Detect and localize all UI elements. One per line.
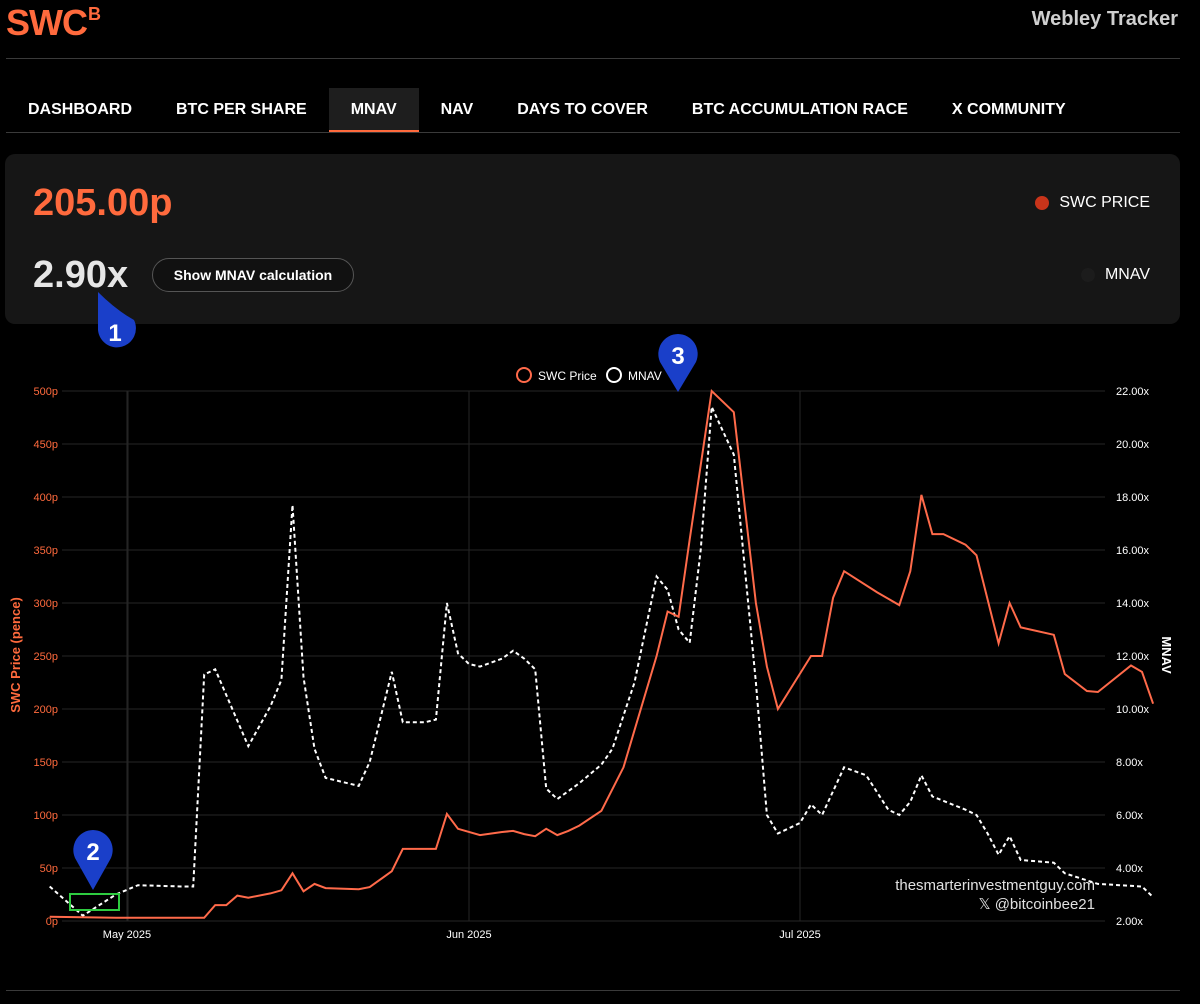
right-tick-label: 10.00x <box>1116 704 1150 716</box>
mnav-dot-icon <box>1080 268 1095 282</box>
left-tick-label: 450p <box>34 439 58 451</box>
right-tick-label: 18.00x <box>1116 492 1150 504</box>
left-tick-label: 100p <box>34 810 58 822</box>
tab-btc-per-share[interactable]: BTC PER SHARE <box>154 88 329 132</box>
left-tick-label: 50p <box>40 863 58 875</box>
x-tick-label: Jun 2025 <box>446 929 491 941</box>
left-axis-ticks: 0p 50p 100p 150p 200p 250p 300p 350p 400p 450p 500… <box>34 386 58 928</box>
right-axis-label: MNAV <box>1159 636 1174 674</box>
watermark-handle: 𝕏 @bitcoinbee21 <box>978 896 1095 913</box>
current-price: 205.00p <box>33 182 173 224</box>
marker-3-label: 3 <box>671 343 684 370</box>
price-dot-icon <box>1035 196 1050 210</box>
x-axis-ticks: May 2025 Jun 2025 Jul 2025 <box>103 929 821 941</box>
marker-2-label: 2 <box>86 839 99 866</box>
series-layer <box>49 388 1155 919</box>
left-tick-label: 150p <box>34 757 58 769</box>
right-tick-label: 8.00x <box>1116 757 1143 769</box>
right-axis-ticks: 2.00x 4.00x 6.00x 8.00x 10.00x 12.00x 14.00x 16… <box>1116 386 1150 928</box>
watermark-site: thesmarterinvestmentguy.com <box>895 877 1095 894</box>
tab-days-to-cover[interactable]: DAYS TO COVER <box>495 88 670 132</box>
right-tick-label: 6.00x <box>1116 810 1143 822</box>
left-tick-label: 500p <box>34 386 58 398</box>
right-tick-label: 14.00x <box>1116 598 1150 610</box>
logo-text: SWC <box>6 2 88 43</box>
left-tick-label: 0p <box>46 916 58 928</box>
swc-logo[interactable]: SWCB <box>6 2 101 44</box>
legend-swc-price-swatch <box>516 367 532 383</box>
annotation-marker-3: 3 <box>658 334 698 392</box>
legend-mnav-swatch <box>606 367 622 383</box>
left-tick-label: 200p <box>34 704 58 716</box>
left-axis-label: SWC Price (pence) <box>8 597 23 713</box>
summary-panel: 205.00p 2.90x Show MNAV calculation SWC … <box>5 154 1180 324</box>
legend-swc-price[interactable]: SWC PRICE <box>1035 194 1150 212</box>
chart-grid <box>62 390 1105 922</box>
marker-1-label: 1 <box>108 320 121 347</box>
legend-swc-price-label: SWC PRICE <box>1059 194 1150 211</box>
tab-mnav[interactable]: MNAV <box>328 88 419 132</box>
right-tick-label: 12.00x <box>1116 651 1150 663</box>
mnav-chart: 0p 50p 100p 150p 200p 250p 300p 350p 400p 450p 500… <box>8 367 1174 941</box>
annotation-marker-2: 2 <box>73 830 113 890</box>
tab-x-community[interactable]: X COMMUNITY <box>930 88 1088 132</box>
series-line-mnav <box>49 403 1154 917</box>
tab-nav[interactable]: NAV <box>419 88 496 132</box>
left-tick-label: 300p <box>34 598 58 610</box>
logo-bitcoin-mark: B <box>88 4 101 24</box>
left-tick-label: 350p <box>34 545 58 557</box>
highlight-box <box>69 893 120 911</box>
legend-mnav[interactable]: MNAV <box>1080 266 1150 284</box>
right-tick-label: 22.00x <box>1116 386 1150 398</box>
right-tick-label: 4.00x <box>1116 863 1143 875</box>
x-tick-label: May 2025 <box>103 929 151 941</box>
right-tick-label: 2.00x <box>1116 916 1143 928</box>
chart-legend-swc-price: SWC Price <box>538 369 597 383</box>
tab-dashboard[interactable]: DASHBOARD <box>6 88 154 132</box>
left-tick-label: 250p <box>34 651 58 663</box>
footer-divider <box>6 990 1180 991</box>
chart-legend: SWC Price MNAV <box>516 367 662 383</box>
header-divider <box>6 58 1180 59</box>
right-tick-label: 20.00x <box>1116 439 1150 451</box>
series-line-swc-price <box>49 388 1155 919</box>
nav-divider <box>6 132 1180 133</box>
site-title[interactable]: Webley Tracker <box>1032 8 1178 31</box>
left-tick-label: 400p <box>34 492 58 504</box>
right-tick-label: 16.00x <box>1116 545 1150 557</box>
annotation-marker-1: 1 <box>98 292 136 348</box>
tab-btc-accumulation-race[interactable]: BTC ACCUMULATION RACE <box>670 88 930 132</box>
main-nav: DASHBOARD BTC PER SHARE MNAV NAV DAYS TO… <box>6 88 1180 132</box>
x-tick-label: Jul 2025 <box>779 929 821 941</box>
legend-mnav-label: MNAV <box>1104 266 1150 283</box>
show-mnav-calculation-button[interactable]: Show MNAV calculation <box>152 258 354 292</box>
